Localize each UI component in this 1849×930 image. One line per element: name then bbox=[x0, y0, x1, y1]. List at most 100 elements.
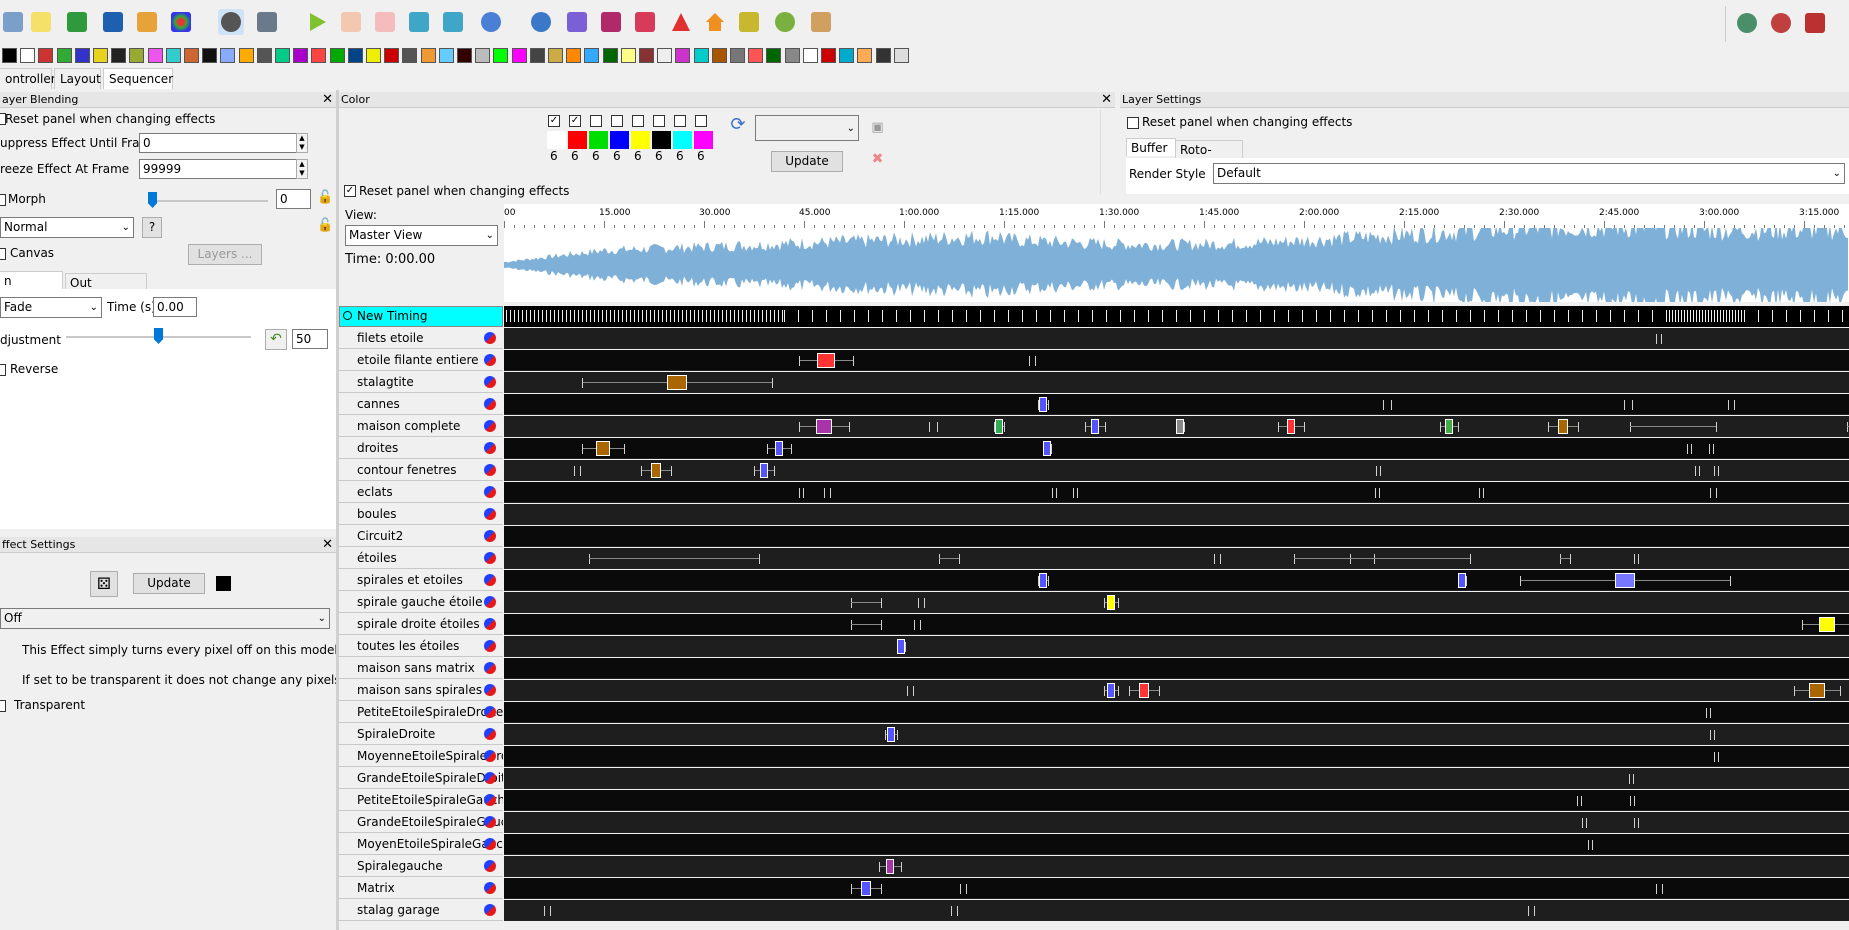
timing-track[interactable] bbox=[504, 306, 1849, 327]
effect-start-mark[interactable] bbox=[824, 488, 825, 498]
effect-icon[interactable] bbox=[875, 48, 891, 63]
effect-start-mark[interactable] bbox=[1794, 686, 1795, 696]
rewind-icon[interactable] bbox=[406, 9, 432, 35]
effect-end-mark[interactable] bbox=[924, 598, 925, 608]
effect-icon[interactable] bbox=[566, 48, 582, 63]
timing-mark[interactable] bbox=[952, 310, 953, 322]
palette-enable-checkbox[interactable] bbox=[611, 115, 623, 127]
effect-end-mark[interactable] bbox=[580, 466, 581, 476]
timing-mark[interactable] bbox=[1705, 310, 1706, 322]
model-render-icon[interactable] bbox=[484, 486, 496, 498]
color-panel-scrollbar[interactable] bbox=[1100, 110, 1113, 194]
timing-mark[interactable] bbox=[1162, 310, 1163, 322]
effect-end-mark[interactable] bbox=[913, 686, 914, 696]
timing-mark[interactable] bbox=[1050, 310, 1051, 322]
effect-end-mark[interactable] bbox=[830, 488, 831, 498]
timing-mark[interactable] bbox=[622, 310, 623, 322]
palette-lock-icon[interactable]: 6 bbox=[550, 149, 558, 163]
fast-forward-icon[interactable] bbox=[440, 9, 466, 35]
model-row-track[interactable] bbox=[504, 394, 1849, 415]
timing-mark[interactable] bbox=[594, 310, 595, 322]
timing-mark[interactable] bbox=[1064, 310, 1065, 322]
timing-mark[interactable] bbox=[614, 310, 615, 322]
effect-icon[interactable] bbox=[2, 48, 17, 63]
timing-mark[interactable] bbox=[1800, 310, 1801, 322]
effect-icon[interactable] bbox=[311, 48, 327, 63]
model-row-label[interactable]: MoyenEtoileSpiraleGauche bbox=[339, 834, 503, 855]
effect-end-mark[interactable] bbox=[1035, 356, 1036, 366]
model-row-track[interactable] bbox=[504, 416, 1849, 437]
timing-mark[interactable] bbox=[1414, 310, 1415, 322]
effect-choice-select[interactable]: Off ⌄ bbox=[0, 608, 330, 629]
palette-color-swatch[interactable] bbox=[610, 131, 629, 149]
effect-block[interactable] bbox=[1039, 573, 1047, 588]
effect-start-mark[interactable] bbox=[641, 466, 642, 476]
timing-mark[interactable] bbox=[1678, 310, 1679, 322]
palette-color-swatch[interactable] bbox=[547, 131, 566, 149]
timing-mark[interactable] bbox=[1274, 310, 1275, 322]
timing-mark[interactable] bbox=[706, 310, 707, 322]
model-render-icon[interactable] bbox=[484, 552, 496, 564]
effect-block[interactable] bbox=[1176, 419, 1184, 434]
effect-icon[interactable] bbox=[839, 48, 855, 63]
sparkle-icon[interactable] bbox=[772, 9, 798, 35]
refresh-palette-icon[interactable]: ⟳ bbox=[726, 115, 750, 141]
timing-mark[interactable] bbox=[1204, 310, 1205, 322]
model-render-icon[interactable] bbox=[484, 882, 496, 894]
timing-mark[interactable] bbox=[1568, 310, 1569, 322]
palette-enable-checkbox[interactable]: ✓ bbox=[548, 115, 560, 127]
timing-mark[interactable] bbox=[1316, 310, 1317, 322]
timing-mark[interactable] bbox=[1610, 310, 1611, 322]
effect-start-mark[interactable] bbox=[914, 620, 915, 630]
timing-mark[interactable] bbox=[896, 310, 897, 322]
effect-end-mark[interactable] bbox=[957, 906, 958, 916]
effect-start-mark[interactable] bbox=[1714, 466, 1715, 476]
timing-mark[interactable] bbox=[854, 310, 855, 322]
effect-end-mark[interactable] bbox=[803, 488, 804, 498]
palette-lock-icon[interactable]: 6 bbox=[697, 149, 705, 163]
timing-mark[interactable] bbox=[1232, 310, 1233, 322]
palette-enable-checkbox[interactable]: ✓ bbox=[569, 115, 581, 127]
lock-icon[interactable]: 🔓 bbox=[317, 190, 333, 205]
effect-start-mark[interactable] bbox=[589, 554, 590, 564]
timing-mark[interactable] bbox=[674, 310, 675, 322]
effect-end-mark[interactable] bbox=[1716, 488, 1717, 498]
timing-mark[interactable] bbox=[610, 310, 611, 322]
triangle-icon[interactable] bbox=[668, 9, 694, 35]
timing-mark[interactable] bbox=[980, 310, 981, 322]
timing-mark[interactable] bbox=[966, 310, 967, 322]
effect-block[interactable] bbox=[886, 859, 894, 874]
model-render-icon[interactable] bbox=[484, 574, 496, 586]
effect-icon[interactable] bbox=[584, 48, 600, 63]
model-row-track[interactable] bbox=[504, 482, 1849, 503]
model-row-track[interactable] bbox=[504, 790, 1849, 811]
timing-mark[interactable] bbox=[1693, 310, 1694, 322]
close-icon[interactable]: ✕ bbox=[1101, 92, 1112, 108]
morph-slider-thumb[interactable] bbox=[148, 192, 157, 208]
timing-mark[interactable] bbox=[626, 310, 627, 322]
effect-icon[interactable] bbox=[402, 48, 418, 63]
effect-end-mark[interactable] bbox=[772, 378, 773, 388]
timing-mark[interactable] bbox=[634, 310, 635, 322]
tab-layout[interactable]: Layout bbox=[54, 68, 101, 89]
effect-icon[interactable] bbox=[657, 48, 673, 63]
model-render-icon[interactable] bbox=[484, 398, 496, 410]
effect-end-mark[interactable] bbox=[849, 422, 850, 432]
effect-start-mark[interactable] bbox=[1656, 334, 1657, 344]
timing-mark[interactable] bbox=[868, 310, 869, 322]
effect-start-mark[interactable] bbox=[1630, 796, 1631, 806]
effect-start-mark[interactable] bbox=[1052, 488, 1053, 498]
tools-icon[interactable] bbox=[736, 9, 762, 35]
layers-button[interactable]: Layers ... bbox=[188, 244, 262, 265]
house-icon[interactable] bbox=[702, 9, 728, 35]
model-row-track[interactable] bbox=[504, 680, 1849, 701]
timing-mark[interactable] bbox=[1726, 310, 1727, 322]
effect-start-mark[interactable] bbox=[1656, 884, 1657, 894]
model-row-track[interactable] bbox=[504, 702, 1849, 723]
effect-end-mark[interactable] bbox=[881, 598, 882, 608]
effect-end-mark[interactable] bbox=[853, 356, 854, 366]
effect-end-mark[interactable] bbox=[920, 620, 921, 630]
effect-end-mark[interactable] bbox=[671, 466, 672, 476]
effect-icon[interactable] bbox=[293, 48, 309, 63]
effect-end-mark[interactable] bbox=[1184, 422, 1185, 432]
